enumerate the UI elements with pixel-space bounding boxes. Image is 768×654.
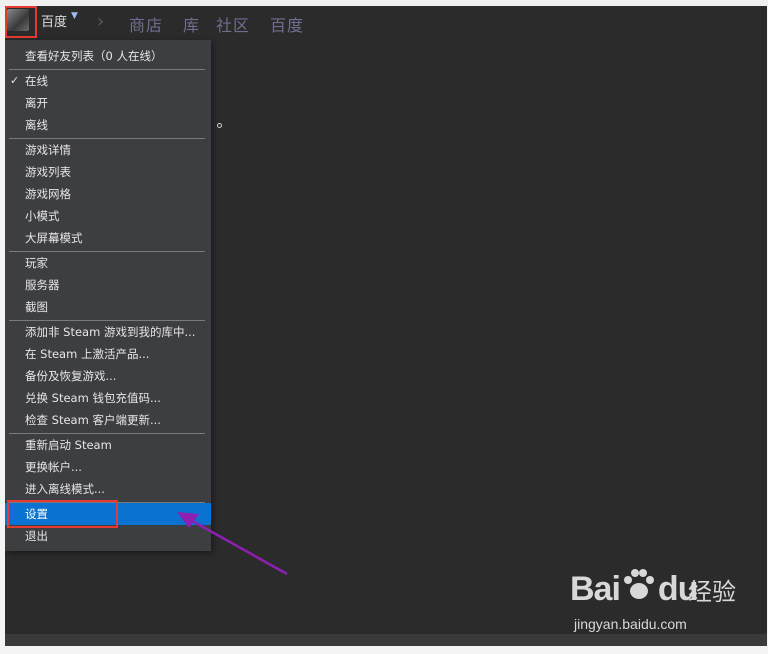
forward-arrow-icon[interactable]: › <box>97 11 104 32</box>
menu-item-change-account[interactable]: 更换帐户... <box>5 456 211 478</box>
menu-item-players[interactable]: 玩家 <box>5 252 211 274</box>
menu-item-restart-steam[interactable]: 重新启动 Steam <box>5 434 211 456</box>
menu-item-screenshots[interactable]: 截图 <box>5 296 211 318</box>
menu-item-check-updates[interactable]: 检查 Steam 客户端更新... <box>5 409 211 431</box>
checkmark-icon: ✓ <box>10 74 20 87</box>
steam-dropdown-menu: 查看好友列表（0 人在线） ✓ 在线 离开 离线 游戏详情 游戏列表 游戏网格 小… <box>5 40 211 551</box>
menu-item-servers[interactable]: 服务器 <box>5 274 211 296</box>
watermark-url: jingyan.baidu.com <box>574 616 687 632</box>
arrow-shaft <box>186 516 288 576</box>
menu-item-game-details[interactable]: 游戏详情 <box>5 139 211 161</box>
menu-item-game-grid[interactable]: 游戏网格 <box>5 183 211 205</box>
menu-item-away[interactable]: 离开 <box>5 92 211 114</box>
menu-item-offline[interactable]: 离线 <box>5 114 211 136</box>
menu-item-backup-restore[interactable]: 备份及恢复游戏... <box>5 365 211 387</box>
menu-item-friends-list[interactable]: 查看好友列表（0 人在线） <box>5 45 211 67</box>
top-bar: 百度 ▼ › 商店 库 社区 百度 <box>5 6 767 40</box>
paw-icon <box>624 569 654 599</box>
menu-item-big-picture[interactable]: 大屏幕模式 <box>5 227 211 249</box>
tab-store[interactable]: 商店 <box>129 12 163 36</box>
user-avatar[interactable] <box>7 9 29 31</box>
watermark-cn-text: 经验 <box>688 578 736 606</box>
menu-item-online[interactable]: ✓ 在线 <box>5 70 211 92</box>
tab-profile[interactable]: 百度 <box>270 12 304 36</box>
menu-item-activate-product[interactable]: 在 Steam 上激活产品... <box>5 343 211 365</box>
menu-item-go-offline[interactable]: 进入离线模式... <box>5 478 211 500</box>
steam-window: 百度 ▼ › 商店 库 社区 百度 查看好友列表（0 人在线） ✓ 在线 离开 离… <box>5 6 767 646</box>
tab-library[interactable]: 库 <box>183 12 200 36</box>
menu-item-add-non-steam-game[interactable]: 添加非 Steam 游戏到我的库中... <box>5 321 211 343</box>
menu-item-redeem-wallet-code[interactable]: 兑换 Steam 钱包充值码... <box>5 387 211 409</box>
content-dot <box>217 123 222 128</box>
tab-community[interactable]: 社区 <box>216 12 250 36</box>
menu-item-game-list[interactable]: 游戏列表 <box>5 161 211 183</box>
chevron-down-icon[interactable]: ▼ <box>71 11 78 21</box>
annotation-arrow <box>177 512 288 576</box>
arrow-head-icon <box>177 512 199 528</box>
baidu-jingyan-watermark: Bai du 经验 jingyan.baidu.com <box>570 569 750 640</box>
menu-item-small-mode[interactable]: 小模式 <box>5 205 211 227</box>
profile-name[interactable]: 百度 <box>41 11 67 30</box>
